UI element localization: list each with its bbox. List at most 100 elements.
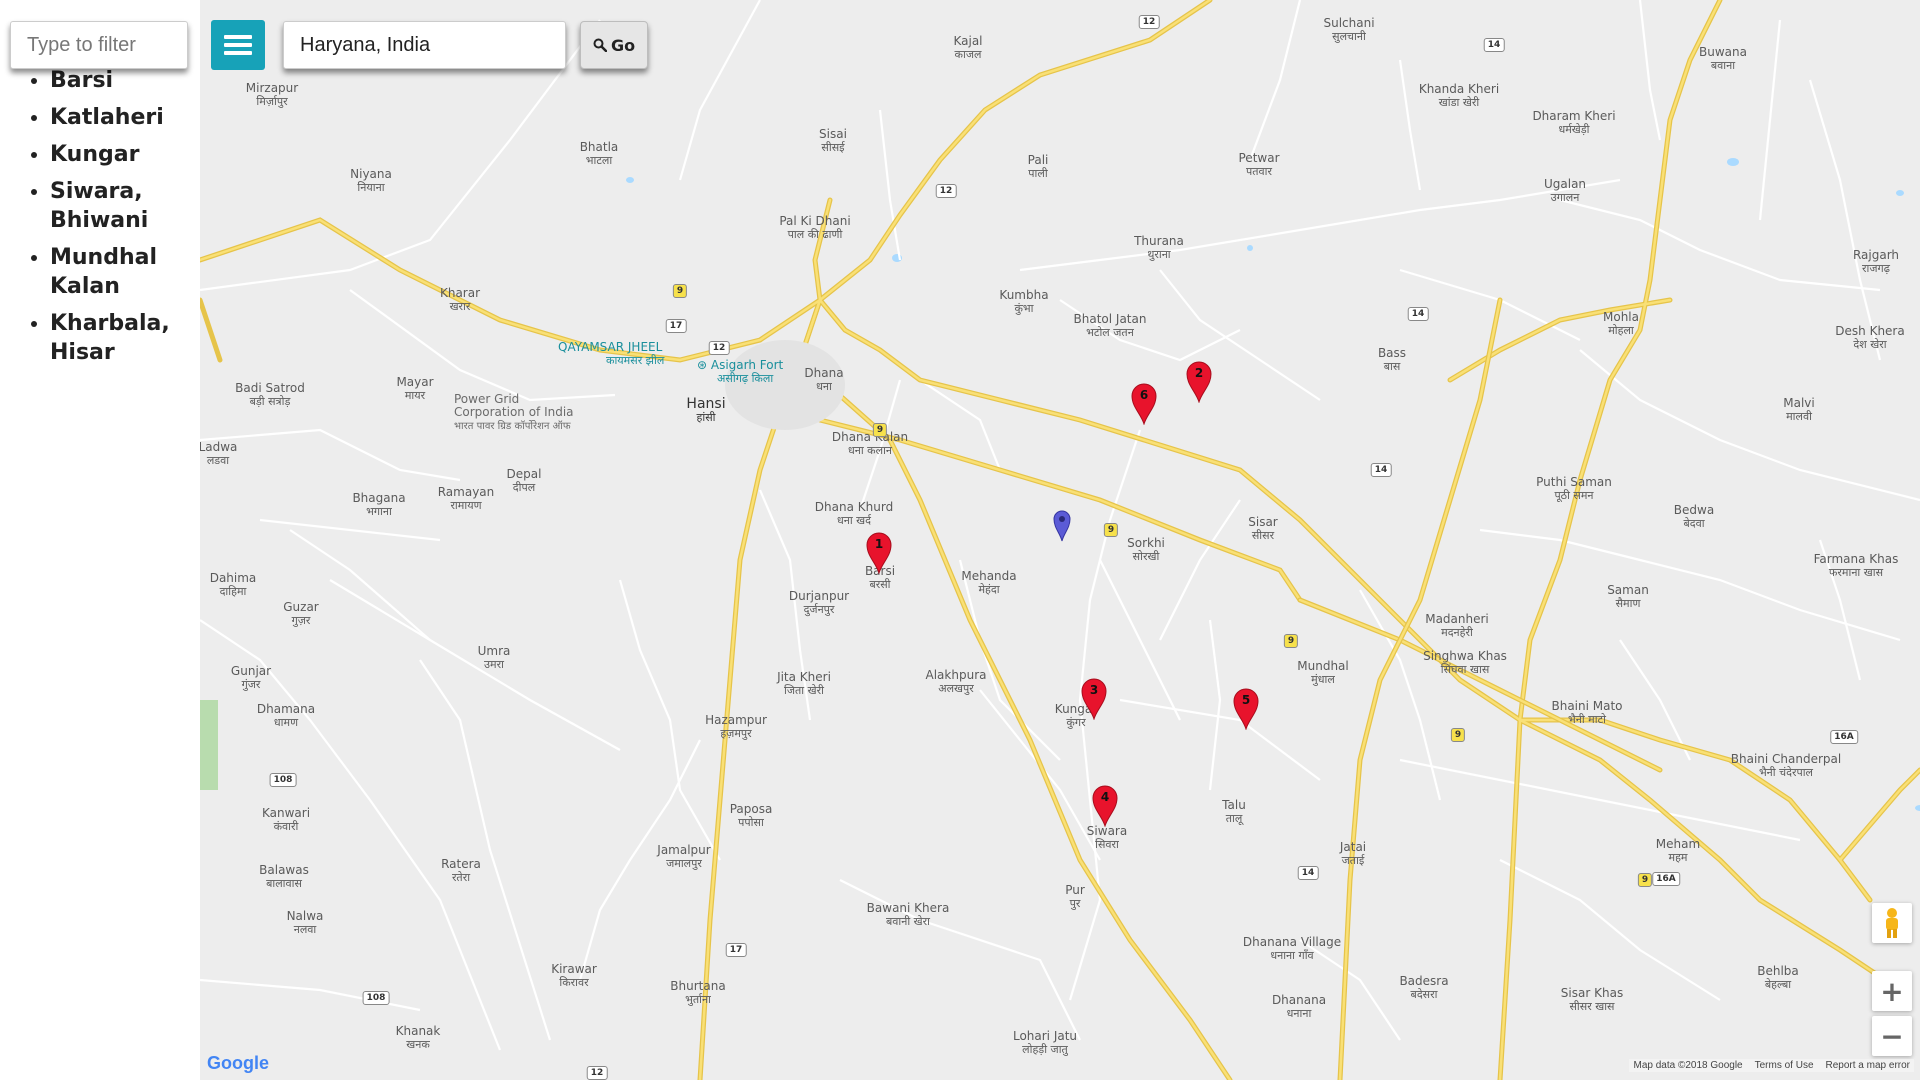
current-location-marker[interactable] <box>1053 510 1071 542</box>
town-label: Ugalan उगालन <box>1543 177 1587 205</box>
town-label: Thurana थुराना <box>1134 234 1184 262</box>
town-label: Bhatla भाटला <box>579 140 619 168</box>
town-label: Farmana Khas फरमाना खास <box>1813 552 1899 580</box>
town-label: Ladwa लडवा <box>200 440 238 468</box>
terms-link[interactable]: Terms of Use <box>1755 1060 1814 1071</box>
map-marker[interactable]: 2 <box>1186 361 1212 403</box>
town-label: Bhaini Mato भैनी माटो <box>1551 699 1623 727</box>
list-item[interactable]: Kharbala, Hisar <box>50 309 200 367</box>
water-bodies <box>626 158 1920 811</box>
town-label: Kajal काजल <box>953 34 983 62</box>
list-item[interactable]: Siwara, Bhiwani <box>50 177 200 235</box>
town-label: Hazampur हज़मपुर <box>705 713 767 741</box>
town-label: Siwara सिवरा <box>1086 824 1128 852</box>
fort-icon: ⊛ <box>697 358 708 372</box>
list-item[interactable]: Kungar <box>50 140 200 169</box>
town-label: Pali पाली <box>1027 153 1049 181</box>
town-label: Madanheri मदनहेरी <box>1425 612 1489 640</box>
hamburger-icon <box>224 35 252 55</box>
town-label: Niyana नियाना <box>350 167 392 195</box>
filter-input[interactable] <box>10 21 188 69</box>
town-label: Meham महम <box>1655 837 1701 865</box>
town-label: Sorkhi सोरखी <box>1127 536 1165 564</box>
town-label: Bhatol Jatan भटोल जतन <box>1073 312 1147 340</box>
town-label: Sisar Khas सीसर खास <box>1560 986 1624 1014</box>
highway-shield: 14 <box>1370 463 1392 477</box>
town-label: Guzar गुज़र <box>283 600 319 628</box>
map-data-credit: Map data ©2018 Google <box>1633 1060 1743 1071</box>
list-item[interactable]: Mundhal Kalan <box>50 243 200 301</box>
highway-shield: 16A <box>1652 872 1680 886</box>
map[interactable]: Mirzapur मिर्ज़ापुर Niyana नियाना Kharar खर… <box>200 0 1920 1080</box>
town-label: Khanak खनक <box>395 1024 441 1052</box>
park-area <box>200 700 218 790</box>
town-label: Mundhal मुंधाल <box>1297 659 1349 687</box>
town-label: Ratera रतेरा <box>441 857 481 885</box>
highway-shield: 12 <box>935 184 957 198</box>
map-marker[interactable]: 3 <box>1081 678 1107 720</box>
town-label: Paposa पपोसा <box>729 802 773 830</box>
town-label: Ramayan रामायण <box>437 485 495 513</box>
town-label: Dhana Khurd धना खर्द <box>814 500 894 528</box>
town-label: Bass बास <box>1377 346 1407 374</box>
town-label: Dharam Kheri धर्मखेड़ी <box>1532 109 1616 137</box>
town-label: Durjanpur दुर्जनपुर <box>788 589 850 617</box>
map-marker[interactable]: 5 <box>1233 688 1259 730</box>
go-button[interactable]: Go <box>580 21 648 69</box>
list-item[interactable]: Katlaheri <box>50 103 200 132</box>
town-label: Kirawar किरावर <box>551 962 597 990</box>
highway-shield: 17 <box>665 319 687 333</box>
town-label: Kumbha कुंभा <box>999 288 1049 316</box>
highway-shield: 14 <box>1297 866 1319 880</box>
town-label: Sisai सीसई <box>819 127 847 155</box>
map-marker[interactable]: 6 <box>1131 383 1157 425</box>
report-error-link[interactable]: Report a map error <box>1826 1060 1910 1071</box>
highway-shield: 9 <box>1103 523 1119 537</box>
go-label: Go <box>610 35 636 55</box>
town-label: Jamalpur जमालपुर <box>657 843 711 871</box>
highway-shield: 9 <box>1450 728 1466 742</box>
town-label: Alakhpura अलखपुर <box>925 668 987 696</box>
town-label: Dhana धना <box>804 366 844 394</box>
highway-shield: 14 <box>1407 307 1429 321</box>
town-label: Desh Khera देश खेरा <box>1835 324 1905 352</box>
highway-shield: 14 <box>1483 38 1505 52</box>
highway-shield: 12 <box>708 341 730 355</box>
town-label: Balawas बालावास <box>259 863 309 891</box>
highway-shield: 17 <box>725 943 747 957</box>
list-item[interactable]: Barsi <box>50 66 200 95</box>
map-marker[interactable]: 4 <box>1092 785 1118 827</box>
town-label: Petwar पतवार <box>1238 151 1280 179</box>
street-view-pegman-icon[interactable] <box>1872 903 1912 943</box>
town-label: Bedwa बेदवा <box>1673 503 1715 531</box>
zoom-in-button[interactable]: + <box>1872 971 1912 1011</box>
town-label: Dhana Kalan धना कलान <box>831 430 909 458</box>
menu-button[interactable] <box>211 20 265 70</box>
town-label: Nalwa नलवा <box>286 909 324 937</box>
town-label: Bhaini Chanderpal भैनी चंदेरपाल <box>1730 752 1842 780</box>
highway-shield: 9 <box>672 284 688 298</box>
zoom-out-button[interactable]: − <box>1872 1016 1912 1056</box>
town-label: Talu तालू <box>1222 798 1246 826</box>
town-label: Mehanda मेहंदा <box>961 569 1017 597</box>
map-marker[interactable]: 1 <box>866 532 892 574</box>
town-label: Bhagana भगाना <box>352 491 406 519</box>
town-label: Singhwa Khas सिंघवा खास <box>1423 649 1507 677</box>
town-label: Depal दीपल <box>506 467 542 495</box>
highway-shield: 12 <box>586 1066 608 1080</box>
highway-shield: 9 <box>1637 873 1653 887</box>
town-label: Mirzapur मिर्ज़ापुर <box>245 81 299 109</box>
place-list: Barsi Katlaheri Kungar Siwara, Bhiwani M… <box>22 66 200 375</box>
map-attribution: Map data ©2018 Google Terms of Use Repor… <box>1629 1059 1914 1072</box>
poi-label: ⊛ Asigarh Fort असीगढ़ किला <box>697 358 784 386</box>
town-label: Kharar खरार <box>439 286 481 314</box>
town-label: Hansi हांसी <box>686 396 726 424</box>
town-label: Kanwari कंवारी <box>261 806 311 834</box>
town-label: Dhanana धनाना <box>1271 993 1327 1021</box>
town-label: Pal Ki Dhani पाल की ढाणी <box>779 214 851 242</box>
town-label: Jatai जताई <box>1339 840 1367 868</box>
search-input[interactable] <box>283 21 566 69</box>
town-label: Rajgarh राजगढ़ <box>1852 248 1900 276</box>
town-label: Jita Kheri जिता खेरी <box>777 670 831 698</box>
highway-shield: 9 <box>1283 634 1299 648</box>
